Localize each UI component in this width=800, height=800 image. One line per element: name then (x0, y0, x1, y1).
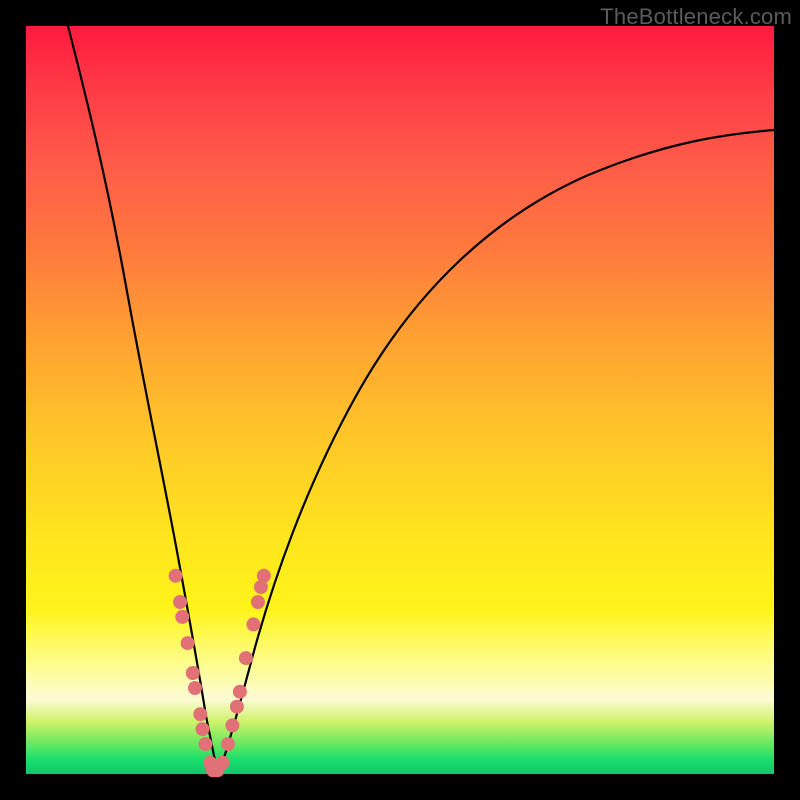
data-point (181, 636, 195, 650)
curve-left (68, 26, 218, 774)
data-point (239, 651, 253, 665)
data-point (254, 580, 268, 594)
data-point (196, 722, 210, 736)
data-point (199, 737, 213, 751)
data-point (175, 610, 189, 624)
data-point (188, 681, 202, 695)
plot-area (26, 26, 774, 774)
data-point (206, 763, 220, 777)
data-point (186, 666, 200, 680)
data-point (203, 756, 217, 770)
curve-layer (26, 26, 774, 774)
data-point (225, 718, 239, 732)
data-point (169, 569, 183, 583)
data-point (173, 595, 187, 609)
data-points (169, 569, 271, 778)
data-point (211, 763, 225, 777)
watermark-text: TheBottleneck.com (600, 4, 792, 30)
chart-frame: TheBottleneck.com (0, 0, 800, 800)
data-point (246, 617, 260, 631)
data-point (251, 595, 265, 609)
data-point (193, 707, 207, 721)
data-point (257, 569, 271, 583)
curve-right (218, 130, 774, 774)
data-point (233, 685, 247, 699)
data-point (221, 737, 235, 751)
data-point (230, 700, 244, 714)
data-point (216, 756, 230, 770)
